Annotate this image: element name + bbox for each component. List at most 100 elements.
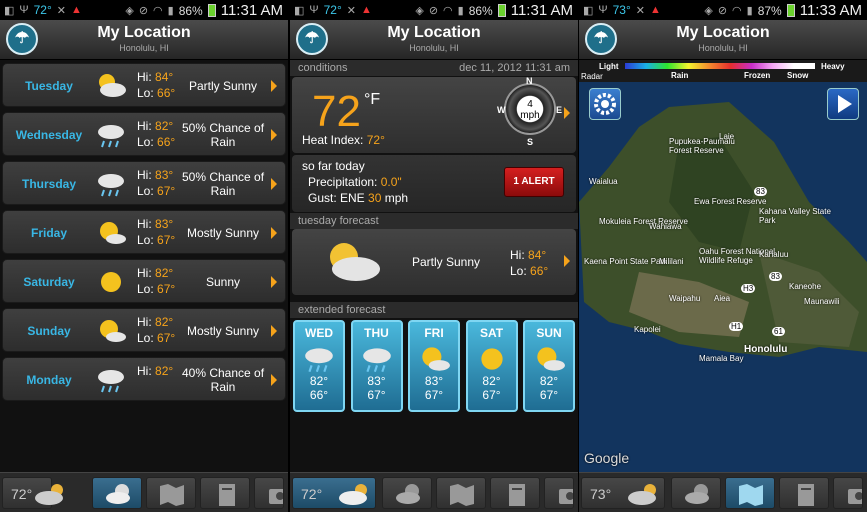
day-lo: 67° (157, 282, 176, 296)
day-row[interactable]: Saturday Hi: 82° Lo: 67° Sunny (2, 259, 286, 303)
tab-current[interactable]: 72° (2, 477, 63, 509)
warning-icon: ▲ (360, 4, 372, 16)
day-name: Tuesday (25, 79, 73, 93)
tab-camera[interactable] (254, 477, 284, 509)
hi-label: Hi: (510, 248, 525, 262)
day-row[interactable]: Wednesday Hi: 82° Lo: 66° 50% Chance of Rai… (2, 112, 286, 156)
extended-day-card[interactable]: SUN 82° 67° (523, 320, 575, 412)
legend-snow: Snow (787, 71, 809, 80)
day-icon (95, 315, 127, 347)
day-row[interactable]: Friday Hi: 83° Lo: 67° Mostly Sunny (2, 210, 286, 254)
map-place-label: Maunawili (804, 297, 840, 306)
chevron-right-icon (564, 107, 570, 119)
current-temperature: 72 (312, 87, 361, 136)
day-condition: 40% Chance of Rain (181, 366, 265, 394)
signal-icon: ▮ (457, 5, 464, 17)
tab-notes[interactable] (490, 477, 540, 509)
cloud-sun-icon (106, 484, 130, 504)
wind-unit: mph (520, 110, 540, 121)
extended-day-card[interactable]: WED 82° 66° (293, 320, 345, 412)
tab-temp: 72° (301, 486, 323, 502)
gust-value: 30 (368, 191, 382, 205)
bottom-nav: 73° (579, 472, 867, 512)
radar-map[interactable]: Pupukea-Paumalu Forest Reserve Laie Waialu… (579, 82, 867, 472)
tab-map[interactable] (436, 477, 486, 509)
usb-icon: Ψ (598, 4, 608, 16)
chevron-right-icon (271, 178, 277, 190)
map-place-label: Waipahu (669, 294, 701, 303)
day-name: Sunday (27, 324, 71, 338)
day-icon (95, 217, 127, 249)
day-hilo: Hi: 82° Lo: 67° (137, 265, 175, 297)
extended-day-card[interactable]: FRI 83° 67° (408, 320, 460, 412)
tab-notes[interactable] (779, 477, 829, 509)
day-row[interactable]: Thursday Hi: 83° Lo: 67° 50% Chance of Rain (2, 161, 286, 205)
legend-heavy: Heavy (821, 62, 845, 71)
so-far-title: so far today (302, 159, 365, 173)
partly-sunny-icon (99, 74, 126, 97)
sunny-icon (480, 348, 503, 370)
signal-icon: ▮ (746, 5, 753, 17)
tab-notes[interactable] (200, 477, 250, 509)
satellite-icon: ✕ (635, 4, 645, 17)
day-row[interactable]: Monday Hi: 82° 40% Chance of Rain (2, 357, 286, 401)
extended-day-lo: 67° (482, 388, 501, 402)
vibrate-icon: ◈ (415, 5, 424, 17)
wind-compass: 4 mph (504, 83, 556, 135)
day-row[interactable]: Tuesday Hi: 84° Lo: 66° Partly Sunny (2, 63, 286, 107)
tab-current[interactable]: 73° (581, 477, 665, 509)
highway-shield: 83 (754, 187, 767, 196)
tab-camera[interactable] (544, 477, 574, 509)
alert-button[interactable]: 1 ALERT (504, 167, 564, 197)
settings-gear-icon[interactable] (589, 88, 621, 120)
tab-map[interactable] (146, 477, 196, 509)
extended-day-hi: 83° (424, 374, 444, 388)
highway-shield: 61 (772, 327, 785, 336)
cloud-sun-icon (396, 484, 420, 504)
day-row[interactable]: Sunday Hi: 82° Lo: 67° Mostly Sunny (2, 308, 286, 352)
hi-label: Hi: (137, 266, 152, 280)
location-title[interactable]: My Location (290, 24, 578, 42)
battery-icon (497, 4, 506, 17)
bottom-nav: 72° (0, 472, 288, 512)
lo-label: Lo: (137, 233, 154, 247)
section-title: tuesday forecast (298, 215, 379, 227)
location-title[interactable]: My Location (0, 24, 288, 42)
day-list: Tuesday Hi: 84° Lo: 66° Partly Sunny Wednesd… (0, 61, 288, 406)
tab-daily[interactable] (92, 477, 142, 509)
signal-icon: ▮ (167, 5, 174, 17)
app-header: ☂ My Location Honolulu, HI (0, 20, 288, 60)
tab-current[interactable]: 72° (292, 477, 376, 509)
map-place-label: Mamala Bay (699, 354, 744, 363)
play-animation-button[interactable] (827, 88, 859, 120)
extended-day-card[interactable]: SAT 82° 67° (465, 320, 518, 412)
warning-icon: ▲ (70, 4, 82, 16)
tuesday-condition: Partly Sunny (412, 255, 481, 269)
current-conditions-panel[interactable]: 72 °F Heat Index: 72° 4 mph N E S W (292, 76, 576, 153)
tuesday-forecast-panel[interactable]: Partly Sunny Hi: 84° Lo: 66° (292, 229, 576, 295)
extended-day-card[interactable]: THU 83° 67° (350, 320, 403, 412)
temperature-unit: °F (364, 91, 381, 108)
tab-camera[interactable] (833, 477, 863, 509)
location-subtitle: Honolulu, HI (409, 43, 459, 53)
partly-sunny-icon (330, 243, 380, 281)
map-icon (450, 484, 474, 506)
conditions-date: dec 11, 2012 11:31 am (459, 62, 570, 74)
tab-daily[interactable] (382, 477, 432, 509)
status-temp: 72° (323, 3, 342, 17)
status-bar: ◧ Ψ 72° ✕ ▲ ◈ ⊘ ◠ ▮ 86% 11:31 AM (290, 0, 578, 20)
tab-map[interactable] (725, 477, 775, 509)
status-time: 11:31 AM (220, 2, 283, 19)
section-title: extended forecast (298, 304, 386, 316)
day-hi: 82° (155, 119, 174, 133)
tab-temp: 73° (590, 486, 612, 502)
extended-day-icon (360, 342, 394, 373)
day-name: Saturday (23, 275, 75, 289)
mostly-sunny-icon (422, 347, 450, 371)
location-subtitle: Honolulu, HI (119, 43, 169, 53)
location-title[interactable]: My Location (579, 24, 867, 42)
status-temp: 72° (33, 3, 52, 17)
tab-daily[interactable] (671, 477, 721, 509)
tuesday-lo: 66° (530, 264, 549, 278)
partly-cloudy-icon (628, 484, 656, 505)
